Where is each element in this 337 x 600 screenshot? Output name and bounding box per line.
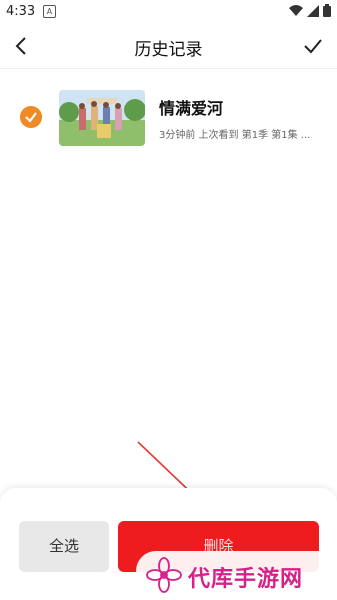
item-meta: 3分钟前 上次看到 第1季 第1集 ... <box>159 130 311 141</box>
battery-icon <box>323 4 331 17</box>
status-bar: 4:33 A <box>0 0 337 24</box>
watermark: 代库手游网 <box>136 551 337 600</box>
page-title: 历史记录 <box>134 40 203 60</box>
item-title: 情满爱河 <box>159 99 224 118</box>
history-item[interactable]: 情满爱河 3分钟前 上次看到 第1季 第1集 ... <box>0 82 337 152</box>
signal-icon <box>307 4 319 17</box>
watermark-text: 代库手游网 <box>188 567 304 592</box>
select-all-button[interactable]: 全选 <box>19 521 109 572</box>
status-icons <box>289 4 331 17</box>
status-time: 4:33 <box>6 4 36 19</box>
notification-icon: A <box>43 5 56 18</box>
flower-logo-icon <box>146 557 182 593</box>
header: 历史记录 <box>0 24 337 69</box>
poster-thumbnail[interactable] <box>59 90 145 146</box>
confirm-button[interactable] <box>301 34 325 58</box>
checked-icon[interactable] <box>20 106 42 128</box>
wifi-icon <box>289 4 303 16</box>
